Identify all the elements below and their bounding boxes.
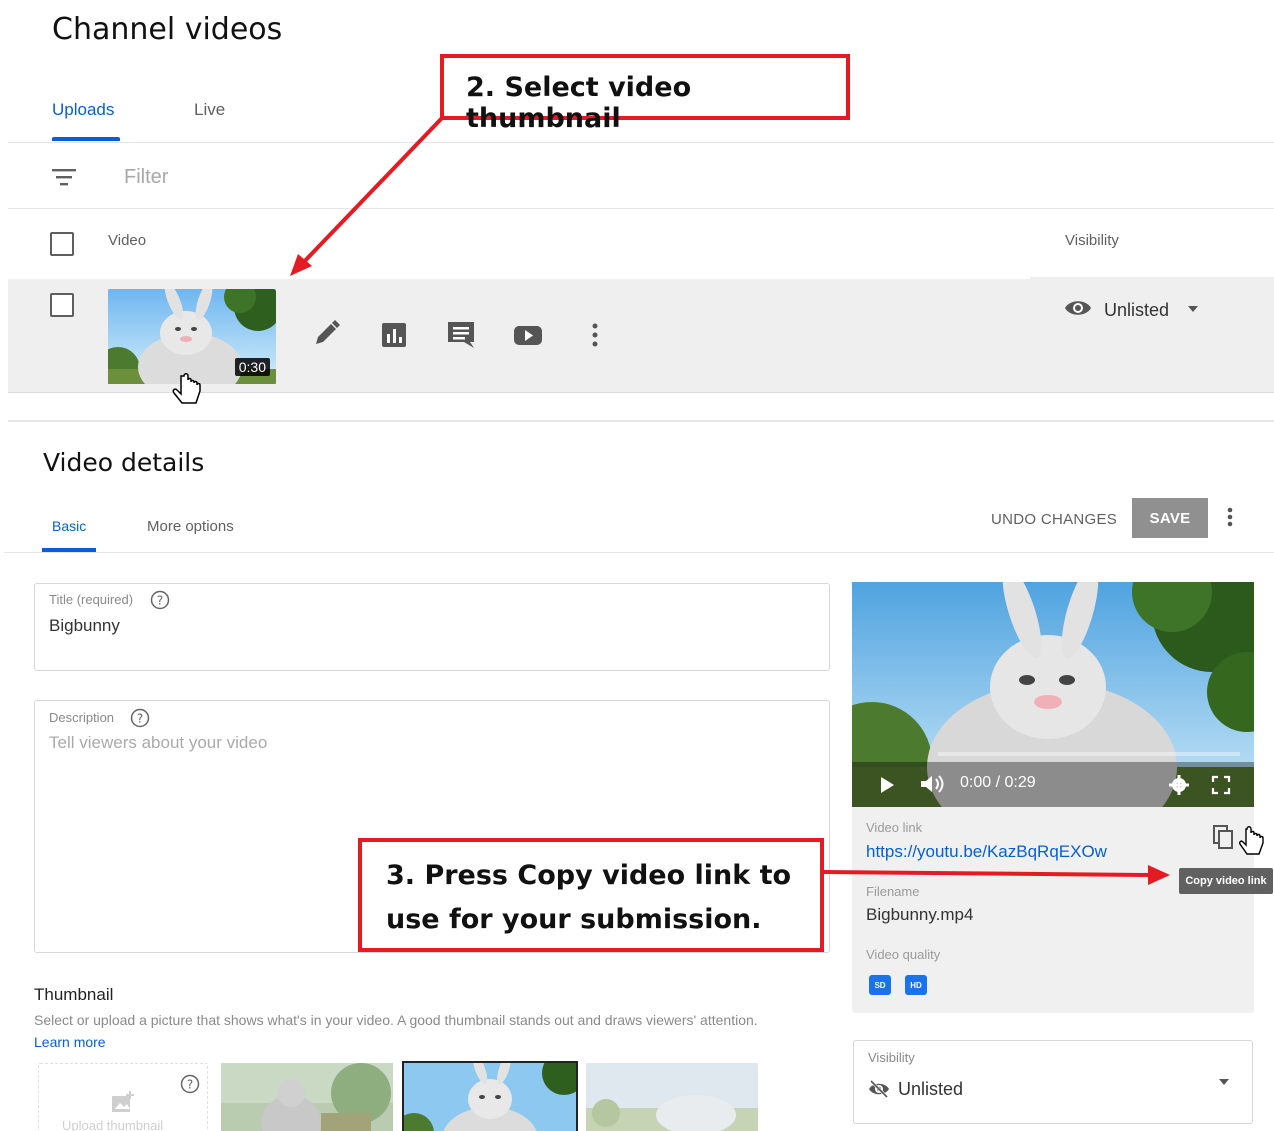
arrow-to-thumbnail [298, 116, 444, 268]
description-label: Description [49, 710, 115, 725]
page-title: Channel videos [52, 12, 283, 47]
annotation-step-3: 3. Press Copy video link to use for your… [358, 838, 824, 952]
column-header-video: Video [108, 232, 147, 249]
play-icon[interactable] [876, 774, 898, 796]
duration-badge: 0:30 [234, 358, 270, 376]
visibility-dropdown[interactable]: Unlisted [1104, 300, 1169, 321]
thumbnail-heading: Thumbnail [34, 985, 114, 1004]
row-top-edge [8, 277, 1030, 279]
filter-input[interactable]: Filter [124, 166, 168, 189]
select-all-checkbox[interactable] [50, 232, 74, 256]
description-input[interactable]: Tell viewers about your video [49, 733, 267, 753]
undo-changes-button[interactable]: UNDO CHANGES [985, 507, 1123, 532]
thumbnail-image [221, 1063, 393, 1131]
eye-off-icon [869, 1079, 889, 1099]
learn-more-link[interactable]: Learn more [34, 1034, 106, 1050]
svg-text:?: ? [157, 594, 163, 608]
help-icon[interactable]: ? [150, 590, 170, 610]
chevron-down-icon[interactable] [1219, 1079, 1229, 1085]
details-title: Video details [43, 448, 205, 477]
help-icon[interactable]: ? [180, 1074, 200, 1094]
tab-uploads[interactable]: Uploads [52, 100, 114, 120]
svg-text:?: ? [187, 1078, 193, 1092]
thumbnail-option-3[interactable] [586, 1063, 758, 1131]
copy-video-link-tooltip: Copy video link [1179, 868, 1273, 894]
divider [4, 552, 1274, 553]
fullscreen-icon[interactable] [1210, 774, 1232, 796]
video-player[interactable]: 0:00 / 0:29 [852, 582, 1254, 807]
sd-badge-icon: SD [869, 975, 891, 995]
player-time: 0:00 / 0:29 [960, 774, 1036, 791]
video-link-label: Video link [866, 820, 923, 835]
visibility-value[interactable]: Unlisted [898, 1079, 963, 1100]
eye-icon [1065, 301, 1091, 315]
filename-label: Filename [866, 884, 920, 899]
annotation-step-3-line-2: use for your submission. [386, 904, 762, 935]
thumbnail-option-1[interactable] [221, 1063, 393, 1131]
thumbnail-image [586, 1063, 758, 1131]
comments-icon[interactable] [444, 318, 478, 352]
svg-text:?: ? [137, 712, 143, 726]
arrowhead-icon [290, 254, 312, 276]
hd-badge-icon: HD [905, 975, 927, 995]
youtube-icon[interactable] [511, 318, 545, 352]
tab-live[interactable]: Live [194, 100, 225, 120]
thumbnail-option-2-selected[interactable] [402, 1061, 578, 1131]
video-quality-label: Video quality [866, 947, 941, 962]
video-thumbnail[interactable]: 0:30 [108, 289, 276, 384]
video-link[interactable]: https://youtu.be/KazBqRqEXOw [866, 842, 1107, 862]
section-divider [8, 420, 1274, 422]
column-header-visibility: Visibility [1065, 232, 1119, 249]
divider [8, 142, 1274, 143]
tab-more-options[interactable]: More options [147, 518, 234, 535]
save-button[interactable]: SAVE [1132, 498, 1208, 538]
more-vert-icon[interactable] [1220, 504, 1240, 532]
title-label: Title (required) [49, 592, 134, 607]
hand-cursor-icon [172, 373, 201, 404]
visibility-label: Visibility [868, 1050, 915, 1065]
add-photo-icon [112, 1091, 134, 1112]
thumbnail-description: Select or upload a picture that shows wh… [34, 1012, 758, 1028]
thumbnail-image [404, 1063, 576, 1131]
analytics-icon[interactable] [377, 318, 411, 352]
chevron-down-icon[interactable] [1188, 306, 1198, 312]
more-vert-icon[interactable] [578, 318, 612, 352]
help-icon[interactable]: ? [130, 708, 150, 728]
active-tab-indicator [52, 137, 120, 141]
filter-icon[interactable] [52, 166, 76, 188]
annotation-step-3-line-1: 3. Press Copy video link to [386, 860, 792, 891]
upload-thumbnail-label: Upload thumbnail [62, 1118, 164, 1131]
progress-bar[interactable] [938, 752, 1240, 756]
filename: Bigbunny.mp4 [866, 905, 974, 924]
gear-icon[interactable] [1168, 774, 1190, 796]
hand-cursor-icon [1239, 826, 1264, 855]
annotation-step-2: 2. Select video thumbnail [440, 54, 850, 134]
video-frame-image [852, 582, 1254, 807]
copy-icon[interactable] [1211, 824, 1237, 854]
divider [8, 208, 1274, 209]
tab-basic[interactable]: Basic [52, 518, 86, 534]
title-input[interactable]: Bigbunny [49, 616, 120, 636]
volume-icon[interactable] [918, 772, 946, 796]
row-checkbox[interactable] [50, 293, 74, 317]
edit-icon[interactable] [310, 318, 344, 352]
